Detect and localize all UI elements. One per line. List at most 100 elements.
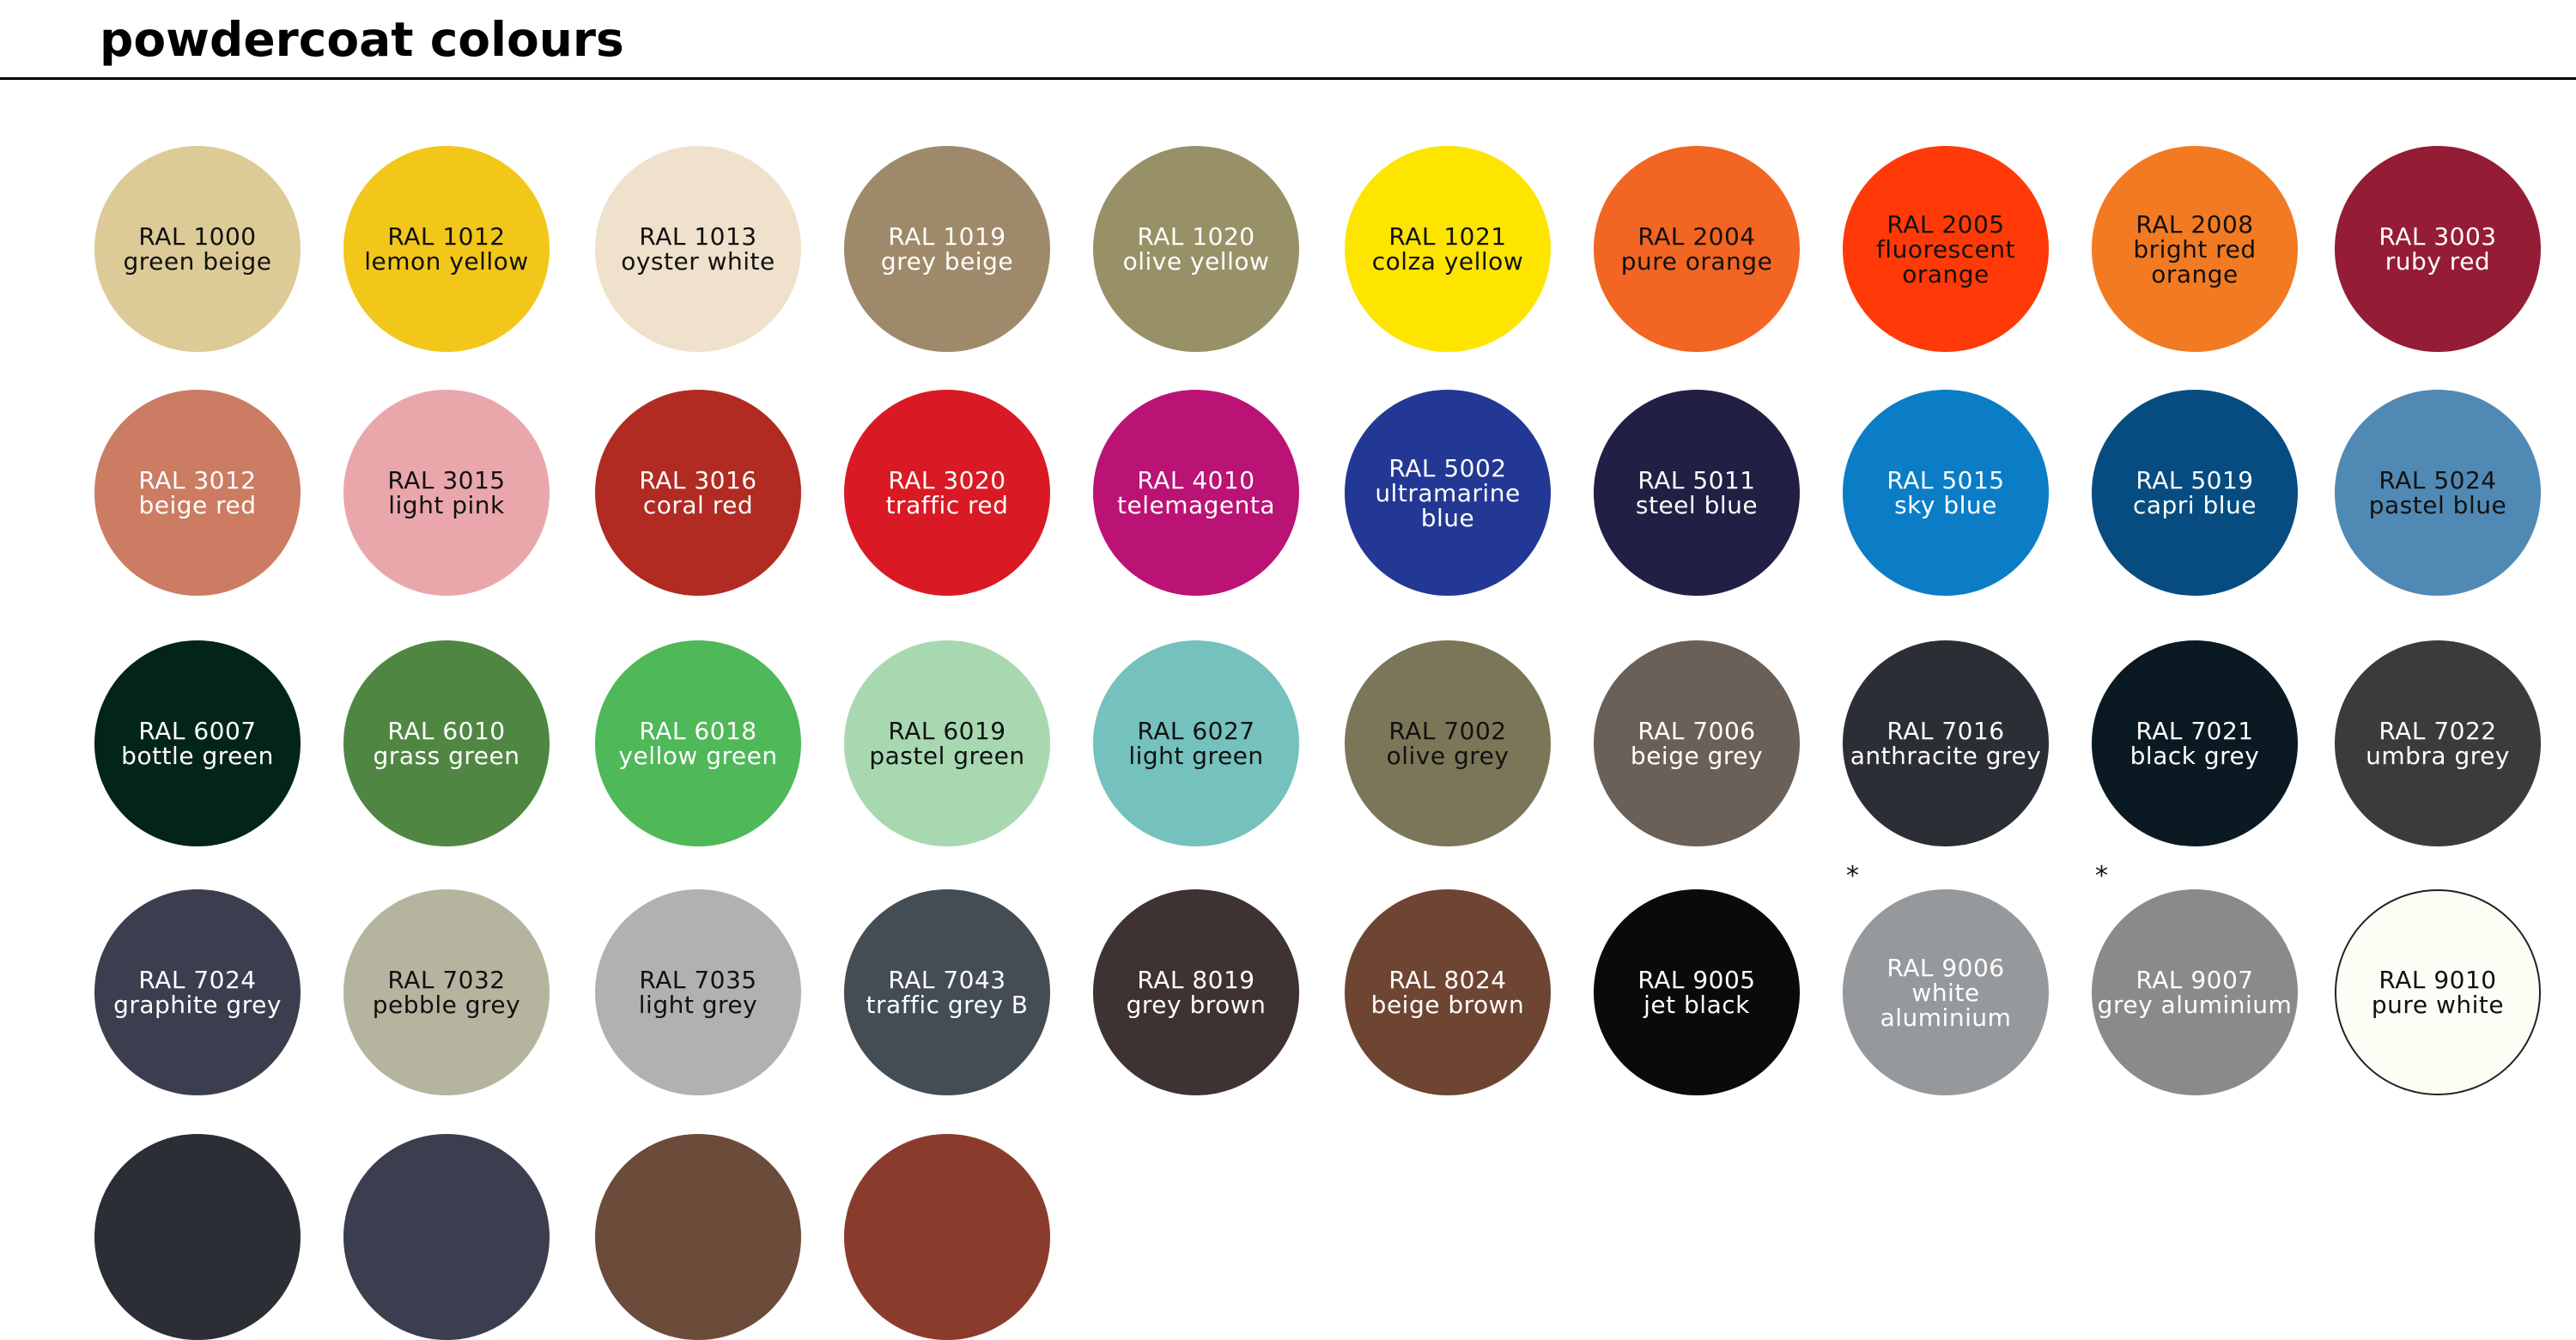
swatch-name: graphite grey (113, 991, 282, 1019)
swatch-code: RAL 7002 (1388, 717, 1507, 745)
swatch-name: traffic grey B (866, 991, 1029, 1019)
swatch-name: pastel green (869, 742, 1025, 770)
swatch-code: RAL 7016 (1886, 717, 2005, 745)
swatch-code: RAL 8024 (1388, 966, 1507, 994)
swatch-name: traffic red (885, 491, 1009, 519)
colour-swatch-ral-3020[interactable]: RAL 3020 traffic red (844, 390, 1050, 596)
swatch-code: RAL 9010 (2379, 966, 2497, 994)
colour-swatch-ral-1012[interactable]: RAL 1012 lemon yellow (343, 146, 550, 352)
swatch-name: lemon yellow (364, 247, 529, 276)
colour-swatch-ral-2004[interactable]: RAL 2004 pure orange (1594, 146, 1800, 352)
colour-swatch-ral-5002[interactable]: RAL 5002 ultramarine blue (1345, 390, 1551, 596)
swatch-code: RAL 1000 (138, 222, 257, 251)
colour-swatch-ral-7002[interactable]: RAL 7002 olive grey (1345, 640, 1551, 846)
swatch-code: RAL 9007 (2136, 966, 2254, 994)
swatch-code: RAL 3020 (888, 466, 1006, 494)
colour-swatch-ral-1000[interactable]: RAL 1000 green beige (94, 146, 301, 352)
colour-swatch-ral-7043[interactable]: RAL 7043 traffic grey B (844, 889, 1050, 1095)
colour-swatch-ral-2008[interactable]: RAL 2008 bright red orange (2092, 146, 2298, 352)
swatch-name: steel blue (1635, 491, 1759, 519)
colour-swatch-ral-5011[interactable]: RAL 5011 steel blue (1594, 390, 1800, 596)
colour-swatch-ral-9007[interactable]: RAL 9007 grey aluminium (2092, 889, 2298, 1095)
swatch-name: grey beige (880, 247, 1014, 276)
colour-swatch-ral-9005[interactable]: RAL 9005 jet black (1594, 889, 1800, 1095)
colour-swatch-ral-8019[interactable]: RAL 8019 grey brown (1093, 889, 1299, 1095)
swatch-name: jet black (1643, 991, 1750, 1019)
colour-swatch-ral-6019[interactable]: RAL 6019 pastel green (844, 640, 1050, 846)
colour-swatch-ral-9010[interactable]: RAL 9010 pure white (2335, 889, 2541, 1095)
swatch-code: RAL 5015 (1886, 466, 2005, 494)
swatch-name: beige brown (1370, 991, 1525, 1019)
colour-swatch-ral-3016[interactable]: RAL 3016 coral red (595, 390, 801, 596)
colour-swatch-grid: RAL 1000 green beige RAL 1012 lemon yellow R… (0, 0, 2576, 1340)
colour-swatch-ral-1021[interactable]: RAL 1021 colza yellow (1345, 146, 1551, 352)
swatch-code: RAL 6019 (888, 717, 1006, 745)
swatch-code: RAL 7032 (387, 966, 506, 994)
swatch-name: beige red (138, 491, 257, 519)
swatch-name: colza yellow (1371, 247, 1524, 276)
swatch-code: RAL 3003 (2379, 222, 2497, 251)
swatch-name: pastel blue (2368, 491, 2507, 519)
colour-swatch-ral-2005[interactable]: RAL 2005 fluorescent orange (1843, 146, 2049, 352)
partial-swatch (94, 1134, 301, 1340)
swatch-code: RAL 6018 (639, 717, 757, 745)
colour-swatch-ral-7021[interactable]: RAL 7021 black grey (2092, 640, 2298, 846)
swatch-name: anthracite grey (1850, 742, 2042, 770)
colour-swatch-ral-7016[interactable]: RAL 7016 anthracite grey (1843, 640, 2049, 846)
colour-swatch-ral-6027[interactable]: RAL 6027 light green (1093, 640, 1299, 846)
swatch-code: RAL 6027 (1137, 717, 1255, 745)
swatch-code: RAL 1021 (1388, 222, 1507, 251)
swatch-name: oyster white (621, 247, 775, 276)
swatch-name: ruby red (2385, 247, 2491, 276)
swatch-code: RAL 4010 (1137, 466, 1255, 494)
colour-swatch-ral-7035[interactable]: RAL 7035 light grey (595, 889, 801, 1095)
colour-swatch-ral-5024[interactable]: RAL 5024 pastel blue (2335, 390, 2541, 596)
colour-swatch-ral-6007[interactable]: RAL 6007 bottle green (94, 640, 301, 846)
swatch-code: RAL 7035 (639, 966, 757, 994)
colour-swatch-ral-1020[interactable]: RAL 1020 olive yellow (1093, 146, 1299, 352)
swatch-name: pebble grey (372, 991, 521, 1019)
swatch-code: RAL 1020 (1137, 222, 1255, 251)
colour-swatch-ral-7032[interactable]: RAL 7032 pebble grey (343, 889, 550, 1095)
colour-swatch-ral-4010[interactable]: RAL 4010 telemagenta (1093, 390, 1299, 596)
colour-swatch-ral-5019[interactable]: RAL 5019 capri blue (2092, 390, 2298, 596)
swatch-code: RAL 3012 (138, 466, 257, 494)
swatch-code: RAL 5019 (2136, 466, 2254, 494)
colour-swatch-ral-6010[interactable]: RAL 6010 grass green (343, 640, 550, 846)
swatch-name: grey brown (1126, 991, 1267, 1019)
swatch-name: beige grey (1630, 742, 1764, 770)
colour-swatch-ral-7022[interactable]: RAL 7022 umbra grey (2335, 640, 2541, 846)
swatch-name: olive yellow (1122, 247, 1270, 276)
swatch-name: yellow green (618, 742, 778, 770)
swatch-code: RAL 2004 (1637, 222, 1756, 251)
colour-swatch-ral-8024[interactable]: RAL 8024 beige brown (1345, 889, 1551, 1095)
swatch-code: RAL 5002 (1388, 453, 1507, 482)
colour-swatch-ral-6018[interactable]: RAL 6018 yellow green (595, 640, 801, 846)
swatch-name: fluorescent orange (1875, 234, 2016, 288)
swatch-code: RAL 7024 (138, 966, 257, 994)
colour-swatch-ral-3015[interactable]: RAL 3015 light pink (343, 390, 550, 596)
swatch-code: RAL 1019 (888, 222, 1006, 251)
colour-swatch-ral-1013[interactable]: RAL 1013 oyster white (595, 146, 801, 352)
partial-swatch (343, 1134, 550, 1340)
colour-swatch-ral-9006[interactable]: RAL 9006 white aluminium (1843, 889, 2049, 1095)
colour-swatch-ral-5015[interactable]: RAL 5015 sky blue (1843, 390, 2049, 596)
swatch-name: white aluminium (1880, 978, 2012, 1032)
swatch-name: light grey (638, 991, 758, 1019)
swatch-name: light pink (388, 491, 505, 519)
swatch-name: bottle green (121, 742, 274, 770)
colour-swatch-ral-7006[interactable]: RAL 7006 beige grey (1594, 640, 1800, 846)
swatch-code: RAL 8019 (1137, 966, 1255, 994)
partial-swatch (595, 1134, 801, 1340)
swatch-code: RAL 6007 (138, 717, 257, 745)
colour-swatch-ral-3003[interactable]: RAL 3003 ruby red (2335, 146, 2541, 352)
colour-swatch-ral-1019[interactable]: RAL 1019 grey beige (844, 146, 1050, 352)
swatch-code: RAL 1012 (387, 222, 506, 251)
colour-swatch-ral-3012[interactable]: RAL 3012 beige red (94, 390, 301, 596)
swatch-code: RAL 2008 (2136, 209, 2254, 239)
colour-swatch-ral-7024[interactable]: RAL 7024 graphite grey (94, 889, 301, 1095)
swatch-name: sky blue (1894, 491, 1997, 519)
swatch-code: RAL 5024 (2379, 466, 2497, 494)
swatch-code: RAL 3015 (387, 466, 506, 494)
swatch-name: telemagenta (1116, 491, 1276, 519)
